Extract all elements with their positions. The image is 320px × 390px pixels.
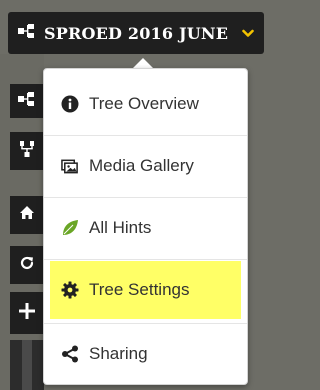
menu-item-label: Tree Settings [89,280,190,299]
info-circle-icon [61,95,79,113]
menu-divider [44,259,247,260]
refresh-icon [19,255,35,276]
plus-icon [18,302,36,325]
zoom-slider[interactable] [10,340,44,390]
menu-item-media-gallery[interactable]: Media Gallery [44,135,247,197]
gear-icon [61,281,79,299]
leaf-icon [61,219,79,237]
share-icon [61,345,79,363]
menu-item-all-hints[interactable]: All Hints [44,197,247,259]
zoom-slider-track [22,340,32,390]
tree-title-button[interactable]: SPROED 2016 JUNE [8,12,264,54]
refresh-button[interactable] [10,246,44,284]
menu-item-label: All Hints [89,218,152,237]
menu-item-sharing[interactable]: Sharing [44,323,247,385]
pedigree-icon [19,140,35,162]
tree-menu: Tree Overview Media Gallery All Hints Tr… [43,68,248,385]
home-icon [19,205,35,225]
tree-icon [18,23,36,43]
menu-item-tree-settings[interactable]: Tree Settings [50,261,241,319]
home-button[interactable] [10,196,44,234]
photos-icon [61,157,79,175]
chevron-down-icon [242,29,254,38]
menu-item-tree-overview[interactable]: Tree Overview [44,73,247,135]
pedigree-view-button[interactable] [10,132,44,170]
tree-view-button[interactable] [10,84,44,118]
tree-title: SPROED 2016 JUNE [44,23,229,43]
menu-item-label: Sharing [89,344,148,363]
zoom-in-button[interactable] [10,292,44,334]
menu-item-label: Media Gallery [89,156,194,175]
tree-icon [18,91,36,111]
menu-item-label: Tree Overview [89,94,199,113]
